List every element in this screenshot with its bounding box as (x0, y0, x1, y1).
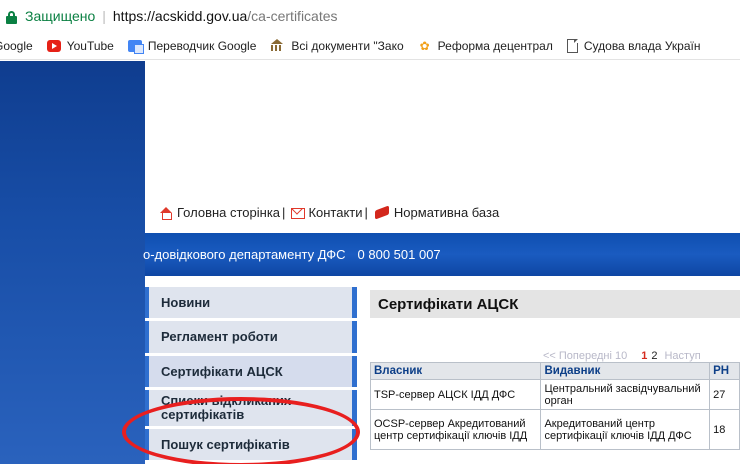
book-icon (374, 207, 390, 219)
zakon-icon (270, 39, 285, 52)
bookmark-google-translate[interactable]: Переводчик Google (127, 38, 257, 54)
hotline-phone: 0 800 501 007 (357, 247, 441, 262)
web-page: Головна сторінка | Контакти | Нормативна… (0, 61, 740, 464)
cell-issuer: Центральний засвідчувальний орган (540, 379, 711, 410)
menu-item-revocation-lists[interactable]: Списки відкликаних сертифікатів (145, 390, 357, 426)
secure-label: Защищено (25, 8, 96, 24)
department-text: о-довідкового департаменту ДФС (143, 247, 346, 262)
page-title: Сертифікати АЦСК (370, 290, 740, 318)
table-row[interactable]: TSP-сервер АЦСК ІДД ДФС Центральний засв… (369, 379, 740, 410)
contacts-link[interactable]: Контакти (291, 205, 363, 220)
cell-owner[interactable]: OCSP-сервер Акредитований центр сертифік… (369, 409, 542, 450)
column-header-rn[interactable]: РН (709, 362, 740, 380)
cell-rn: 27 (709, 379, 740, 410)
side-menu: Новини Регламент роботи Сертифікати АЦСК… (145, 287, 357, 463)
menu-item-label: Пошук сертифікатів (161, 436, 290, 452)
top-links: Головна сторінка | Контакти | Нормативна… (160, 205, 499, 220)
link-separator: | (364, 205, 368, 220)
menu-item-certificate-search[interactable]: Пошук сертифікатів (145, 429, 357, 460)
bookmarks-bar: Google YouTube Переводчик Google Всі док… (0, 32, 740, 60)
info-bar: о-довідкового департаменту ДФС 0 800 501… (143, 233, 740, 276)
menu-item-label: Новини (161, 294, 211, 310)
link-separator: | (282, 205, 286, 220)
lock-icon (6, 10, 17, 24)
menu-item-label: Регламент роботи (161, 329, 278, 344)
cell-issuer: Акредитований центр сертифікації ключів … (540, 409, 711, 450)
menu-item-label: Сертифікати АЦСК (161, 363, 283, 379)
normative-link[interactable]: Нормативна база (374, 205, 499, 220)
home-link-label: Головна сторінка (177, 205, 281, 220)
cell-rn: 18 (709, 409, 740, 450)
bookmark-label: Google (0, 38, 33, 53)
menu-item-label: Списки відкликаних сертифікатів (161, 393, 292, 422)
bookmark-court[interactable]: Судова влада Україн (566, 38, 701, 53)
bookmark-label: YouTube (66, 38, 114, 53)
table-row[interactable]: OCSP-сервер Акредитований центр сертифік… (369, 409, 740, 450)
address-bar[interactable]: Защищено | https://acskidd.gov.ua/ca-cer… (0, 0, 740, 32)
pager-prev[interactable]: << Попередні 10 (543, 350, 627, 362)
pager-current-page: 1 (641, 350, 648, 362)
document-icon (566, 38, 578, 53)
google-translate-icon (127, 39, 144, 54)
column-header-owner[interactable]: Власник (369, 362, 542, 380)
contacts-link-label: Контакти (308, 205, 363, 220)
home-icon (160, 206, 173, 220)
menu-item-news[interactable]: Новини (145, 287, 357, 318)
youtube-icon (46, 39, 61, 52)
url-path[interactable]: /ca-certificates (247, 8, 337, 24)
menu-item-regulations[interactable]: Регламент роботи (145, 321, 357, 353)
cell-owner[interactable]: TSP-сервер АЦСК ІДД ДФС (369, 379, 542, 410)
left-decorative-band (0, 61, 145, 464)
menu-item-ca-certificates[interactable]: Сертифікати АЦСК (145, 356, 357, 387)
reform-icon: ✿ (419, 38, 430, 53)
bookmark-label: Переводчик Google (147, 38, 257, 53)
certificates-table: Власник Видавник РН TSP-сервер АЦСК ІДД … (369, 362, 740, 450)
bookmark-youtube[interactable]: YouTube (46, 38, 114, 53)
bookmark-label: Судова влада Україн (583, 38, 701, 53)
bookmark-google[interactable]: Google (0, 39, 33, 53)
bookmark-zakon[interactable]: Всі документи "Зако (270, 38, 404, 53)
pager-next[interactable]: Наступ (664, 350, 700, 362)
bookmark-label: Всі документи "Зако (291, 38, 404, 53)
normative-link-label: Нормативна база (393, 205, 500, 220)
column-header-issuer[interactable]: Видавник (540, 362, 711, 380)
pagination: << Попередні 10 1 2 Наступ (543, 350, 701, 362)
url-host[interactable]: https://acskidd.gov.ua (113, 8, 247, 24)
table-header-row: Власник Видавник РН (369, 362, 740, 380)
pager-page-2[interactable]: 2 (651, 350, 657, 362)
mail-icon (291, 207, 306, 219)
bookmark-label: Реформа децентрал (437, 38, 553, 53)
address-separator: | (102, 8, 106, 24)
home-link[interactable]: Головна сторінка (160, 205, 280, 220)
bookmark-reform[interactable]: ✿ Реформа децентрал (418, 39, 553, 53)
